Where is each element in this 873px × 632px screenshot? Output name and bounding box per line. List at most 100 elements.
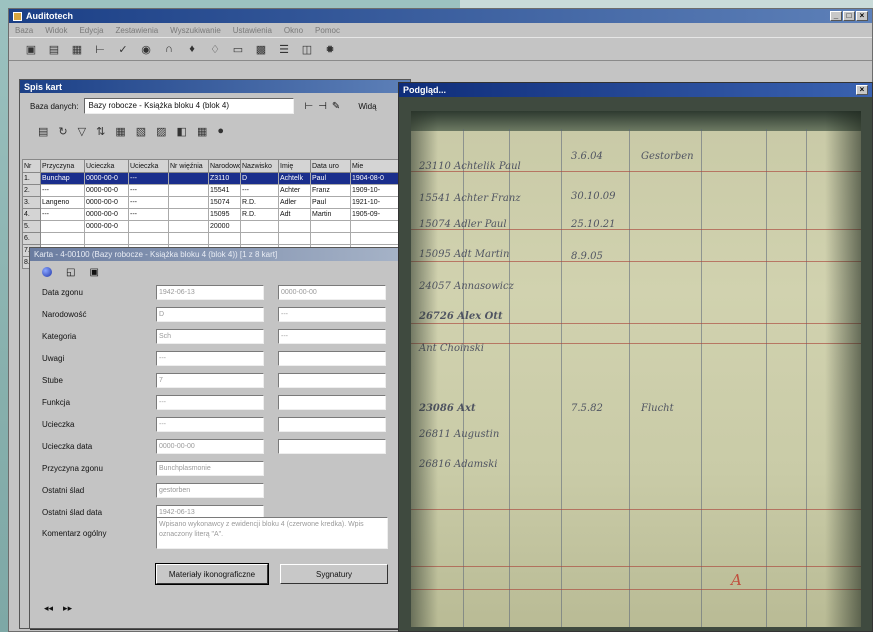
previous-record-icon[interactable]: ◂◂: [44, 603, 53, 614]
main-titlebar[interactable]: Auditotech _ □ ×: [9, 9, 872, 23]
new-card-icon[interactable]: ▤: [38, 125, 48, 138]
column-header[interactable]: Ucieczka: [128, 159, 169, 173]
table-row[interactable]: 2. --- 0000-00-0 --- 15541 --- Achter Franz 1909…: [22, 184, 411, 197]
field-value-secondary[interactable]: [278, 350, 386, 366]
db-sync-icon[interactable]: ▦: [69, 41, 85, 57]
table-cell: [310, 232, 351, 245]
find-icon[interactable]: ♦: [184, 41, 200, 57]
column-header[interactable]: Nazwisko: [240, 159, 279, 173]
field-label: Data zgonu: [42, 287, 83, 297]
preview-icon[interactable]: ◧: [177, 125, 187, 138]
table-row[interactable]: 6.: [22, 232, 411, 245]
column-header[interactable]: Imię: [278, 159, 311, 173]
field-value-primary[interactable]: 1942-06-13: [156, 284, 264, 300]
field-label: Ucieczka: [42, 419, 75, 429]
signatures-button[interactable]: Sygnatury: [280, 564, 388, 584]
help-icon[interactable]: ●: [217, 125, 224, 137]
column-header[interactable]: Data uro: [310, 159, 351, 173]
tree-icon[interactable]: ⊢: [304, 101, 313, 112]
field-value-primary[interactable]: D: [156, 306, 264, 322]
list-icon[interactable]: ☰: [276, 41, 292, 57]
column-header[interactable]: Nr: [22, 159, 41, 173]
multi-db-icon[interactable]: ▩: [253, 41, 269, 57]
table-cell: ---: [40, 184, 85, 197]
tree-edit-icon[interactable]: ⊣: [318, 101, 327, 112]
column-header[interactable]: Ucieczka: [84, 159, 129, 173]
find-next-icon[interactable]: ♢: [207, 41, 223, 57]
field-value-primary[interactable]: gestorben: [156, 482, 264, 498]
grid-icon[interactable]: ▦: [197, 125, 207, 138]
menu-pomoc[interactable]: Pomoc: [315, 26, 340, 35]
copy-icon[interactable]: ▦: [115, 125, 125, 138]
table-row[interactable]: 3. Langeno 0000-00-0 --- 15074 R.D. Adler Paul 1…: [22, 196, 411, 209]
preview-title: Podgląd...: [403, 85, 447, 95]
preview-close-button[interactable]: ×: [856, 85, 868, 95]
table-cell: 0000-00-0: [84, 220, 129, 233]
table-cell: [310, 220, 351, 233]
field-value-primary[interactable]: Bunchplasmonie: [156, 460, 264, 476]
check-icon[interactable]: ✓: [115, 41, 131, 57]
menu-wyszukiwanie[interactable]: Wyszukiwanie: [170, 26, 221, 35]
comment-field[interactable]: Wpisano wykonawcy z ewidencji bloku 4 (c…: [156, 517, 388, 549]
table-row[interactable]: 4. --- 0000-00-0 --- 15095 R.D. Adt Martin 1905-…: [22, 208, 411, 221]
column-header[interactable]: Nr więźnia: [168, 159, 209, 173]
card-detail-titlebar[interactable]: Karta - 4-00100 (Bazy robocze - Książka …: [30, 248, 410, 261]
table-row[interactable]: 1. Bunchap 0000-00-0 --- Z3110 D Achtelk Paul 19…: [22, 172, 411, 185]
scanned-ledger-image[interactable]: 23110 Achtelik Paul 15541 Achter Franz 1…: [411, 111, 861, 627]
menu-baza[interactable]: Baza: [15, 26, 33, 35]
sort-icon[interactable]: ⇅: [96, 125, 105, 138]
field-value-primary[interactable]: Sch: [156, 328, 264, 344]
field-value-secondary[interactable]: [278, 416, 386, 432]
next-record-icon[interactable]: ▸▸: [63, 603, 72, 614]
binoculars-icon[interactable]: ◉: [138, 41, 154, 57]
help-icon[interactable]: [42, 267, 52, 277]
minimize-button[interactable]: _: [830, 11, 842, 21]
tree-icon[interactable]: ⊢: [92, 41, 108, 57]
field-value-secondary[interactable]: 0000-00-00: [278, 284, 386, 300]
materials-button[interactable]: Materiały ikonograficzne: [155, 563, 269, 585]
magnet-icon[interactable]: ∩: [161, 41, 177, 57]
field-value-primary[interactable]: 7: [156, 372, 264, 388]
form-row: Data zgonu 1942-06-13 0000-00-00: [42, 284, 386, 300]
edit-icon[interactable]: ✎: [332, 101, 340, 112]
menu-widok[interactable]: Widok: [45, 26, 67, 35]
field-value-secondary[interactable]: [278, 438, 386, 454]
field-value-primary[interactable]: 0000-00-00: [156, 438, 264, 454]
db-copy-icon[interactable]: ▤: [46, 41, 62, 57]
paste-icon[interactable]: ▧: [136, 125, 146, 138]
form-row: Kategoria Sch ---: [42, 328, 386, 344]
card-list-titlebar[interactable]: Spis kart: [20, 80, 410, 93]
menu-okno[interactable]: Okno: [284, 26, 303, 35]
field-value-primary[interactable]: ---: [156, 416, 264, 432]
print-icon[interactable]: ▨: [156, 125, 166, 138]
column-header[interactable]: Narodowo: [208, 159, 241, 173]
db-open-icon[interactable]: ▣: [23, 41, 39, 57]
column-header[interactable]: Przyczyna: [40, 159, 85, 173]
field-value-secondary[interactable]: ---: [278, 306, 386, 322]
field-value-secondary[interactable]: ---: [278, 328, 386, 344]
settings-icon[interactable]: ✹: [322, 41, 338, 57]
image-icon[interactable]: ▣: [89, 267, 98, 278]
preview-titlebar[interactable]: Podgląd... ×: [399, 83, 872, 97]
table-row[interactable]: 5. 0000-00-0 20000: [22, 220, 411, 233]
database-select[interactable]: Bazy robocze - Książka bloku 4 (blok 4): [84, 98, 295, 114]
field-value-secondary[interactable]: [278, 394, 386, 410]
maximize-button[interactable]: □: [843, 11, 855, 21]
main-toolbar: ▣ ▤ ▦ ⊢ ✓ ◉ ∩ ♦ ♢ ▭ ▩ ☰ ◫ ✹: [9, 37, 872, 61]
layout-icon[interactable]: ◫: [299, 41, 315, 57]
window-icon[interactable]: ▭: [230, 41, 246, 57]
attachment-icon[interactable]: ◱: [66, 267, 75, 278]
filter-icon[interactable]: ▽: [78, 125, 86, 138]
form-row: Ostatni ślad gestorben: [42, 482, 264, 498]
field-value-primary[interactable]: ---: [156, 394, 264, 410]
row-number: 1.: [22, 172, 41, 185]
menu-ustawienia[interactable]: Ustawienia: [233, 26, 272, 35]
table-cell: ---: [128, 184, 169, 197]
close-button[interactable]: ×: [856, 11, 868, 21]
field-label: Stube: [42, 375, 63, 385]
menu-edycja[interactable]: Edycja: [79, 26, 103, 35]
field-value-secondary[interactable]: [278, 372, 386, 388]
refresh-icon[interactable]: ↻: [58, 125, 67, 138]
menu-zestawienia[interactable]: Zestawienia: [115, 26, 158, 35]
field-value-primary[interactable]: ---: [156, 350, 264, 366]
